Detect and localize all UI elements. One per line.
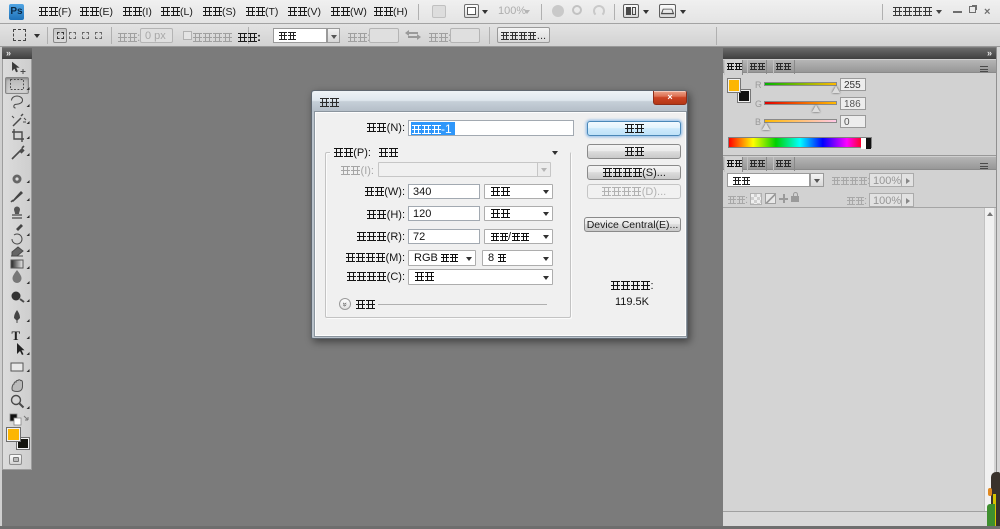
svg-text:T: T (12, 328, 21, 343)
